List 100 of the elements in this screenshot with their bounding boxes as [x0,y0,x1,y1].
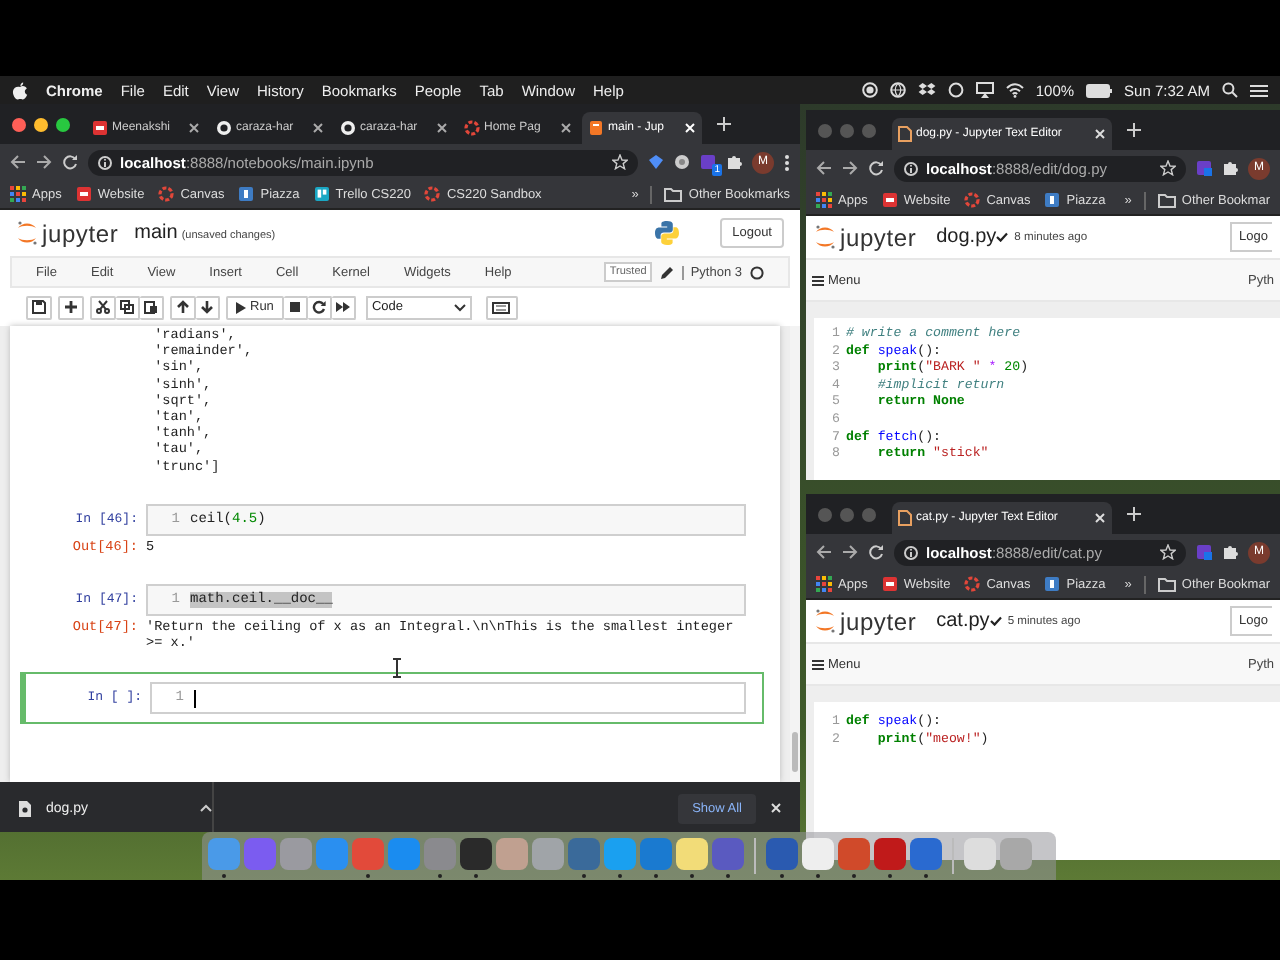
move-up-icon [176,300,190,314]
star-icon[interactable] [612,154,628,170]
back-arrow-icon[interactable] [816,544,832,560]
globe-icon[interactable] [889,82,906,98]
copy-button[interactable] [116,295,140,319]
square-logo-icon [75,186,92,202]
record-icon[interactable] [861,82,878,98]
ring-icon [464,120,480,136]
puzzle-piece-icon[interactable] [1222,544,1238,560]
window-min-button[interactable] [34,117,48,131]
close-tab-icon[interactable] [188,122,200,134]
jupyter-logo-text[interactable]: jupyter [42,219,119,247]
reload-icon[interactable] [868,160,884,176]
jupyter-logo-text[interactable]: jupyter [840,223,917,251]
extension-icon[interactable] [1196,160,1212,176]
restart-icon [311,300,326,314]
new-tab-plus-icon[interactable] [1126,122,1142,138]
wifi-icon[interactable] [1005,82,1024,98]
move-down-icon [200,300,214,314]
window-close-button[interactable] [12,117,26,131]
circle-icon[interactable] [947,82,964,98]
board-icon [313,186,330,202]
fast-forward-button[interactable] [331,295,356,319]
menu-icon [812,275,824,285]
move-down-button[interactable] [196,295,220,319]
jupyter-logo-icon [814,224,836,250]
list-icon[interactable] [1250,83,1268,97]
save-button[interactable] [26,295,52,319]
add-cell-icon [64,300,78,314]
search-icon[interactable] [1222,82,1238,98]
apple-logo-icon[interactable] [12,81,28,99]
new-tab-plus-icon[interactable] [1126,506,1142,522]
square-logo-icon [1044,576,1061,592]
notebook-name[interactable]: main [134,222,178,244]
stop-button[interactable] [283,295,308,319]
extension-icon[interactable] [700,154,716,170]
window-max-button[interactable] [56,117,70,131]
file-name[interactable]: dog.py [936,226,997,248]
restart-button[interactable] [307,295,332,319]
app-icon[interactable] [676,838,708,882]
info-icon [904,545,918,559]
info-icon [98,155,112,169]
battery-icon[interactable] [1086,83,1113,97]
extension-icon[interactable] [1196,544,1212,560]
reload-icon[interactable] [62,154,78,170]
app-icon[interactable] [424,838,456,882]
kernel-idle-circle-icon [750,265,764,279]
square-logo-icon [881,576,898,592]
chevron-up-icon[interactable] [200,804,212,812]
app-icon[interactable] [838,838,870,882]
text-caret [194,689,196,708]
screen-icon[interactable] [975,82,994,98]
text-cursor-icon [392,658,402,678]
app-icon[interactable] [802,838,834,882]
reload-icon[interactable] [868,544,884,560]
ring-icon [158,186,175,202]
back-arrow-icon[interactable] [816,160,832,176]
cut-button[interactable] [90,295,116,319]
close-tab-icon[interactable] [312,122,324,134]
new-tab-plus-icon[interactable] [716,116,732,132]
star-icon[interactable] [1160,544,1176,560]
shield-icon[interactable] [648,154,664,170]
close-tab-icon[interactable] [436,122,448,134]
disc-icon[interactable] [674,154,690,170]
info-icon [904,161,918,175]
puzzle-piece-icon[interactable] [1222,160,1238,176]
kebab-menu-icon[interactable] [784,153,790,171]
app-icon[interactable] [604,838,636,882]
keyboard-button[interactable] [485,295,518,319]
pencil-icon[interactable] [660,265,675,279]
close-tab-icon[interactable] [560,122,572,134]
circle-logo-icon [216,120,232,136]
forward-arrow-icon[interactable] [842,544,858,560]
grid-icon [816,576,832,592]
square-logo-icon [92,120,108,136]
back-arrow-icon[interactable] [10,154,26,170]
puzzle-piece-icon[interactable] [726,154,742,170]
add-cell-button[interactable] [58,295,84,319]
file-icon [18,799,32,817]
scrollbar[interactable] [790,326,800,782]
folder-icon [664,187,683,201]
square-logo-icon [1044,192,1061,208]
forward-arrow-icon[interactable] [36,154,52,170]
jupyter-logo-text[interactable]: jupyter [840,607,917,635]
folder-icon [1157,193,1176,207]
copy-icon [120,300,134,314]
jupyter-logo-icon [16,220,38,246]
paste-button[interactable] [140,295,164,319]
box-icon[interactable] [917,82,936,98]
python-logo-icon [654,220,681,246]
close-icon[interactable] [770,802,782,814]
app-icon[interactable] [208,838,240,882]
menu-icon [812,659,824,669]
app-icon[interactable] [910,838,942,882]
star-icon[interactable] [1160,160,1176,176]
file-name[interactable]: cat.py [936,610,990,632]
folder-icon [1157,577,1176,591]
move-up-button[interactable] [170,295,196,319]
forward-arrow-icon[interactable] [842,160,858,176]
paste-icon [144,300,158,314]
